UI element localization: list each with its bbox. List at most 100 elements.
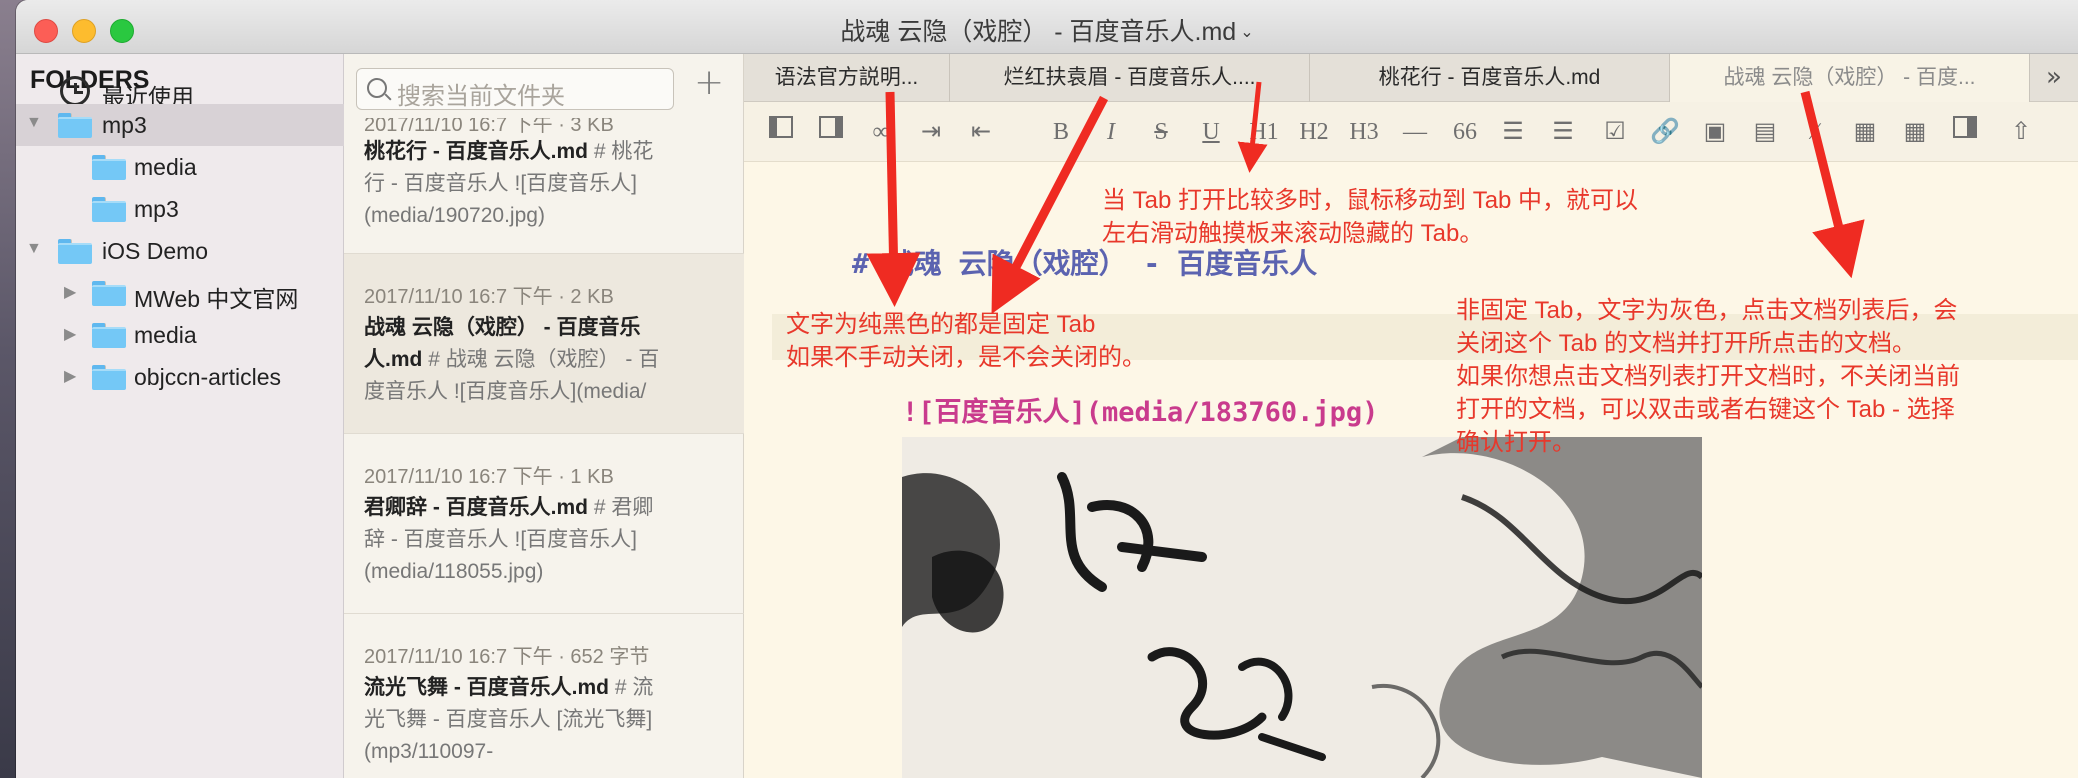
list-item-selected[interactable]: 2017/11/10 16:7 下午 · 2 KB 战魂 云隐（戏腔） - 百度…	[344, 254, 744, 434]
sidebar-item-mp3-sub[interactable]: mp3	[16, 188, 344, 230]
tab-syntax[interactable]: 语法官方説明...	[744, 54, 950, 102]
list-item[interactable]: 2017/11/10 16:7 下午 · 1 KB 君卿辞 - 百度音乐人.md…	[344, 434, 744, 614]
tab-overflow-icon[interactable]: »	[2030, 54, 2078, 102]
sidebar-item-mweb[interactable]: ▶ MWeb 中文官网	[16, 272, 344, 314]
disclosure-down-icon[interactable]: ▼	[26, 114, 42, 132]
document-list: 搜索当前文件夹 + 2017/11/10 16:7 下午 · 3 KB 桃花行 …	[344, 54, 744, 778]
tab-taohuaxing[interactable]: 桃花行 - 百度音乐人.md	[1310, 54, 1670, 102]
search-field[interactable]: 搜索当前文件夹	[356, 68, 674, 110]
h1-icon[interactable]: H1	[1246, 114, 1282, 150]
folder-icon	[58, 113, 92, 138]
title-bar: 战魂 云隐（戏腔） - 百度音乐人.md ⌄	[16, 0, 2078, 54]
h2-icon[interactable]: H2	[1296, 114, 1332, 150]
sidebar-item-label: mp3	[102, 112, 147, 138]
mark-icon[interactable]: ▦	[1850, 114, 1880, 150]
search-placeholder: 搜索当前文件夹	[397, 83, 565, 110]
tab-label: 桃花行 - 百度音乐人.md	[1378, 66, 1601, 89]
sidebar-item-media[interactable]: media	[16, 146, 344, 188]
format-toolbar: ∞ ⇥ ⇤ B I S U H1 H2 H3 — 66 ☰ ☰ ☑ 🔗 ▣ ▤ …	[744, 102, 2078, 162]
sidebar-item-label: media	[134, 322, 197, 348]
add-document-button[interactable]: +	[694, 62, 724, 103]
outdent-icon[interactable]: ⇤	[966, 114, 996, 150]
disclosure-right-icon[interactable]: ▶	[64, 282, 76, 302]
window-title-text: 战魂 云隐（戏腔） - 百度音乐人.md	[840, 18, 1237, 46]
item-preview: 君卿辞 - 百度音乐人.md # 君卿 辞 - 百度音乐人 ![百度音乐人] (…	[364, 492, 724, 588]
link-icon[interactable]: ∞	[866, 114, 896, 150]
item-preview-line: 度音乐人 ![百度音乐人](media/	[364, 380, 647, 403]
underline-icon[interactable]: U	[1196, 114, 1226, 150]
image-upload-icon[interactable]: ▤	[1750, 114, 1780, 150]
item-title: 桃花行 - 百度音乐人.md	[364, 140, 588, 163]
folder-icon	[92, 155, 126, 180]
item-preview: 战魂 云隐（戏腔） - 百度音乐 人.md # 战魂 云隐（戏腔） - 百 度音…	[364, 312, 724, 408]
ordered-list-icon[interactable]: ☰	[1498, 114, 1528, 150]
sidebar-item-ios-demo[interactable]: ▼ iOS Demo	[16, 230, 344, 272]
item-meta: 2017/11/10 16:7 下午 · 1 KB	[364, 466, 614, 488]
item-title: 战魂 云隐（戏腔） - 百度音乐	[364, 316, 641, 339]
horizontal-rule-icon[interactable]: —	[1398, 114, 1432, 150]
chevron-down-icon: ⌄	[1240, 24, 1254, 41]
annotation-unpinned-tab: 非固定 Tab，文字为灰色，点击文档列表后，会 关闭这个 Tab 的文档并打开所…	[1456, 297, 1960, 456]
sidebar-item-label: iOS Demo	[102, 238, 209, 264]
italic-icon[interactable]: I	[1096, 114, 1126, 150]
folder-icon	[58, 239, 92, 264]
annotation-pinned-tabs: 文字为纯黑色的都是固定 Tab 如果不手动关闭，是不会关闭的。	[786, 311, 1146, 371]
code-icon[interactable]: ∕	[1800, 114, 1830, 150]
tab-current[interactable]: 战魂 云隐（戏腔） - 百度...	[1670, 54, 2030, 102]
tab-label: 语法官方説明...	[774, 66, 919, 89]
item-preview-line: (media/118055.jpg)	[364, 560, 544, 583]
h3-icon[interactable]: H3	[1346, 114, 1382, 150]
share-icon[interactable]: ⇧	[2006, 114, 2036, 150]
item-preview-line: # 君卿	[593, 496, 654, 519]
item-preview-line: 辞 - 百度音乐人 ![百度音乐人]	[364, 528, 637, 551]
item-title-cont: 人.md	[364, 348, 423, 371]
editor-content[interactable]: # 战魂 云隐（戏腔） - 百度音乐人 ![百度音乐人](media/18376…	[744, 162, 2078, 778]
indent-icon[interactable]: ⇥	[916, 114, 946, 150]
item-preview-line: # 桃花	[593, 140, 654, 163]
markdown-image-link: ![百度音乐人](media/183760.jpg)	[902, 397, 1379, 428]
window-title[interactable]: 战魂 云隐（戏腔） - 百度音乐人.md ⌄	[16, 12, 2078, 48]
sidebar-item-label: media	[134, 154, 197, 180]
list-item[interactable]: 2017/11/10 16:7 下午 · 652 字节 流光飞舞 - 百度音乐人…	[344, 614, 744, 778]
disclosure-right-icon[interactable]: ▶	[64, 366, 76, 386]
folder-icon	[92, 323, 126, 348]
folder-icon	[92, 281, 126, 306]
annotation-scroll-tabs: 当 Tab 打开比较多时，鼠标移动到 Tab 中，就可以 左右滑动触摸板来滚动隐…	[1102, 187, 1639, 247]
folder-icon	[92, 365, 126, 390]
item-preview-line: 行 - 百度音乐人 ![百度音乐人]	[364, 172, 637, 195]
toggle-left-sidebar-icon[interactable]	[766, 114, 796, 150]
item-meta: 2017/11/10 16:7 下午 · 2 KB	[364, 286, 614, 308]
sidebar-item-label: mp3	[134, 196, 179, 222]
item-preview-line: 光飞舞 - 百度音乐人 [流光飞舞]	[364, 708, 653, 731]
ink-painting-image	[902, 437, 1702, 778]
search-icon	[367, 78, 387, 98]
sidebar-item-media-2[interactable]: ▶ media	[16, 314, 344, 356]
item-preview-line: # 流	[614, 676, 654, 699]
strikethrough-icon[interactable]: S	[1146, 114, 1176, 150]
hyperlink-icon[interactable]: 🔗	[1650, 114, 1680, 150]
tab-label: 战魂 云隐（戏腔） - 百度...	[1723, 66, 1976, 89]
sidebar-item-label: objccn-articles	[134, 364, 281, 390]
task-list-icon[interactable]: ☑	[1600, 114, 1630, 150]
item-preview-line: (mp3/110097-	[364, 740, 494, 763]
item-title: 流光飞舞 - 百度音乐人.md	[364, 676, 609, 699]
list-item[interactable]: 2017/11/10 16:7 下午 · 3 KB 桃花行 - 百度音乐人.md…	[344, 118, 744, 254]
folder-icon	[92, 197, 126, 222]
tab-lanhong[interactable]: 烂红扶袁眉 - 百度音乐人....	[950, 54, 1310, 102]
tab-bar: 语法官方説明... 烂红扶袁眉 - 百度音乐人.... 桃花行 - 百度音乐人.…	[744, 54, 2078, 102]
item-preview-line: (media/190720.jpg)	[364, 204, 545, 227]
toggle-right-sidebar-icon[interactable]	[816, 114, 846, 150]
image-icon[interactable]: ▣	[1700, 114, 1730, 150]
preview-icon[interactable]	[1950, 114, 1980, 150]
disclosure-down-icon[interactable]: ▼	[26, 240, 42, 258]
sidebar-item-objccn[interactable]: ▶ objccn-articles	[16, 356, 344, 398]
unordered-list-icon[interactable]: ☰	[1548, 114, 1578, 150]
quote-icon[interactable]: 66	[1448, 114, 1482, 150]
disclosure-right-icon[interactable]: ▶	[64, 324, 76, 344]
table-icon[interactable]: ▦	[1900, 114, 1930, 150]
sidebar-item-mp3[interactable]: ▼ mp3	[16, 104, 344, 146]
item-meta: 2017/11/10 16:7 下午 · 3 KB	[364, 118, 614, 136]
item-preview: 桃花行 - 百度音乐人.md # 桃花 行 - 百度音乐人 ![百度音乐人] (…	[364, 136, 724, 232]
bold-icon[interactable]: B	[1046, 114, 1076, 150]
item-preview: 流光飞舞 - 百度音乐人.md # 流 光飞舞 - 百度音乐人 [流光飞舞] (…	[364, 672, 724, 768]
